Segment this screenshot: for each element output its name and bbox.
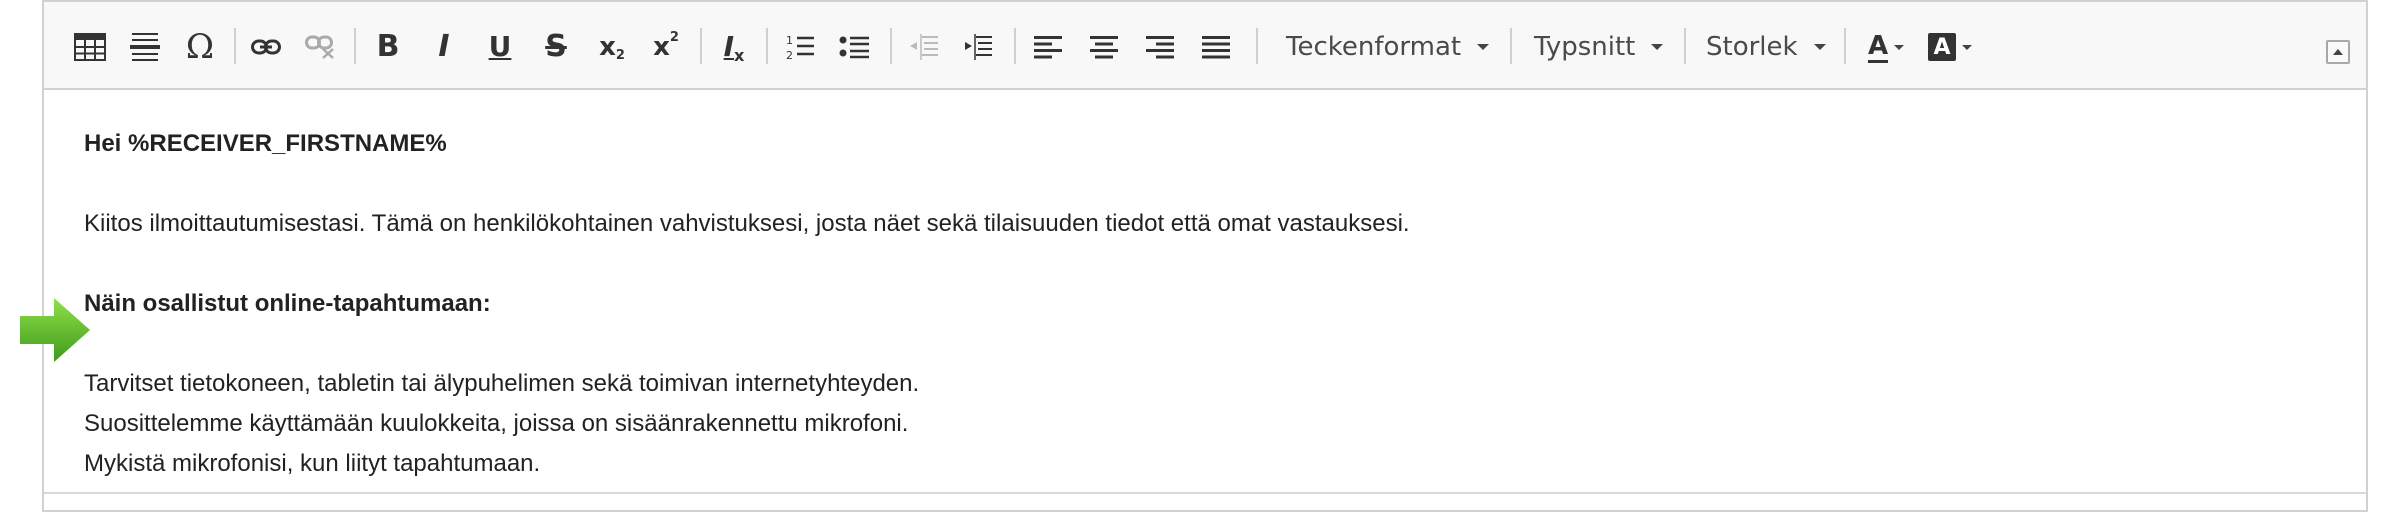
strikethrough-icon[interactable]: S bbox=[538, 26, 574, 68]
toolbar-separator bbox=[1684, 28, 1686, 64]
chevron-down-icon bbox=[1962, 44, 1972, 50]
special-character-icon[interactable]: Ω bbox=[182, 26, 218, 68]
svg-text:1: 1 bbox=[786, 34, 793, 47]
chevron-up-icon bbox=[2333, 49, 2343, 55]
toolbar-separator bbox=[1014, 28, 1016, 64]
bold-icon[interactable]: B bbox=[370, 26, 406, 68]
instruction-line: Mykistä mikrofonisi, kun liityt tapahtum… bbox=[84, 450, 541, 477]
toolbar-separator bbox=[1510, 28, 1512, 64]
toolbar-separator bbox=[1256, 28, 1258, 64]
justify-icon[interactable] bbox=[1198, 26, 1234, 68]
toolbar-separator bbox=[700, 28, 702, 64]
svg-text:2: 2 bbox=[786, 49, 793, 61]
numbered-list-icon[interactable]: 12 bbox=[782, 26, 818, 68]
collapse-toolbar-button[interactable] bbox=[2326, 40, 2350, 64]
format-dropdown[interactable]: Teckenformat bbox=[1286, 26, 1490, 68]
size-dropdown-label: Storlek bbox=[1706, 32, 1798, 62]
arrow-right-icon bbox=[20, 296, 92, 369]
link-icon[interactable] bbox=[248, 26, 284, 68]
instruction-line: Tarvitset tietokoneen, tabletin tai älyp… bbox=[84, 370, 920, 397]
unlink-icon[interactable] bbox=[302, 26, 338, 68]
toolbar-separator bbox=[766, 28, 768, 64]
increase-indent-icon[interactable] bbox=[960, 26, 996, 68]
horizontal-line-icon[interactable] bbox=[128, 26, 162, 68]
editor-toolbar: Ω B I U S x2 x2 I x 1 2 Teckenformat Typ… bbox=[44, 2, 2366, 90]
toolbar-separator bbox=[890, 28, 892, 64]
table-icon[interactable] bbox=[72, 26, 108, 68]
toolbar-separator bbox=[234, 28, 236, 64]
font-dropdown-label: Typsnitt bbox=[1534, 32, 1636, 62]
align-right-icon[interactable] bbox=[1142, 26, 1178, 68]
text-color-icon[interactable]: A bbox=[1860, 26, 1912, 68]
section-heading: Näin osallistut online-tapahtumaan: bbox=[84, 290, 491, 317]
subscript-icon[interactable]: x2 bbox=[594, 26, 630, 68]
chevron-down-icon bbox=[1894, 44, 1905, 50]
chevron-down-icon bbox=[1651, 44, 1664, 50]
decrease-indent-icon[interactable] bbox=[906, 26, 942, 68]
chevron-down-icon bbox=[1477, 44, 1490, 50]
italic-icon[interactable]: I bbox=[426, 26, 462, 68]
format-dropdown-label: Teckenformat bbox=[1286, 32, 1462, 62]
intro-paragraph: Kiitos ilmoittautumisestasi. Tämä on hen… bbox=[84, 210, 1410, 237]
underline-icon[interactable]: U bbox=[482, 26, 518, 68]
instruction-line: Suosittelemme käyttämään kuulokkeita, jo… bbox=[84, 410, 909, 437]
superscript-icon[interactable]: x2 bbox=[648, 26, 684, 68]
remove-format-icon[interactable]: Ix bbox=[716, 26, 752, 68]
toolbar-separator bbox=[354, 28, 356, 64]
greeting-line: Hei %RECEIVER_FIRSTNAME% bbox=[84, 130, 447, 157]
font-dropdown[interactable]: Typsnitt bbox=[1534, 26, 1664, 68]
editor-bottom-divider bbox=[44, 492, 2366, 494]
rich-text-editor: Ω B I U S x2 x2 I x 1 2 Teckenformat Typ… bbox=[42, 0, 2368, 512]
bulleted-list-icon[interactable] bbox=[836, 26, 872, 68]
background-color-icon[interactable]: A bbox=[1924, 26, 1976, 68]
size-dropdown[interactable]: Storlek bbox=[1706, 26, 1826, 68]
toolbar-separator bbox=[1844, 28, 1846, 64]
align-left-icon[interactable] bbox=[1030, 26, 1066, 68]
align-center-icon[interactable] bbox=[1086, 26, 1122, 68]
chevron-down-icon bbox=[1813, 44, 1826, 50]
